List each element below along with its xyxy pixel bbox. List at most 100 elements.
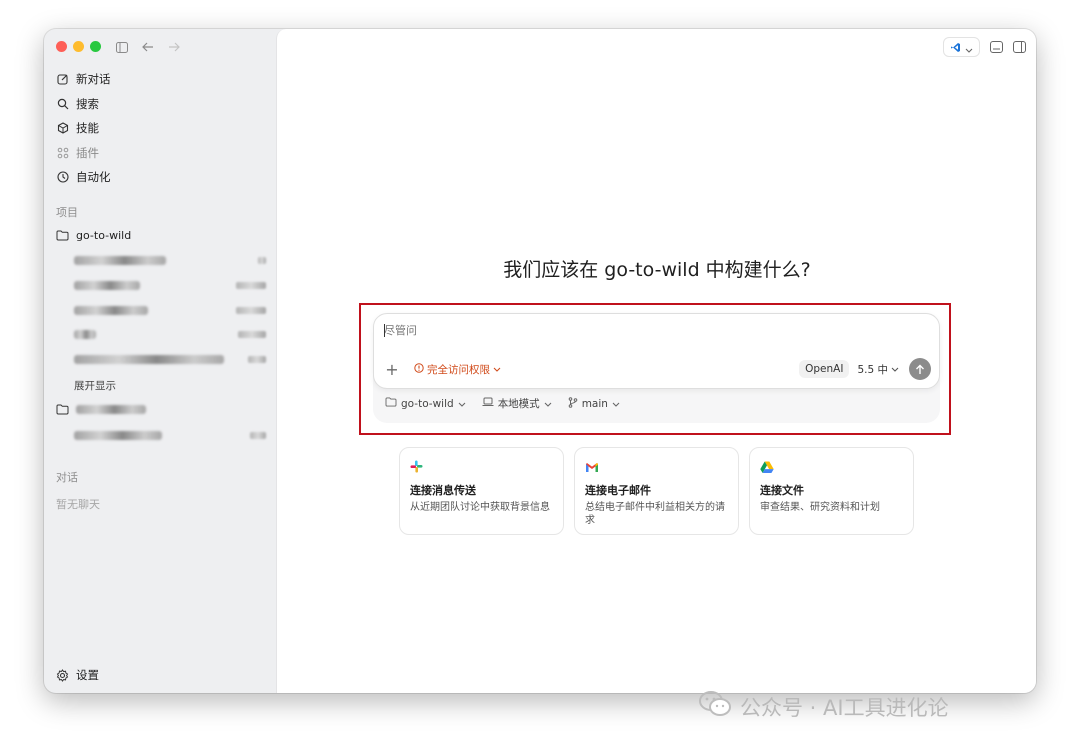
project-redacted[interactable] bbox=[56, 398, 266, 420]
nav-search[interactable]: 搜索 bbox=[56, 92, 266, 117]
no-chats-text: 暂无聊天 bbox=[56, 498, 100, 511]
thread-item[interactable] bbox=[74, 348, 266, 370]
top-right-toolbar bbox=[943, 37, 1026, 57]
clock-icon bbox=[56, 170, 70, 184]
window-controls bbox=[56, 41, 101, 52]
watermark-text: 公众号 · AI工具进化论 bbox=[740, 695, 949, 720]
mode-selector-label: 本地模式 bbox=[497, 398, 540, 410]
thread-item[interactable] bbox=[74, 424, 266, 446]
card-connect-email[interactable]: 连接电子邮件 总结电子邮件中利益相关方的请求 bbox=[574, 447, 739, 535]
cube-icon bbox=[56, 121, 70, 135]
mode-selector[interactable]: 本地模式 bbox=[482, 396, 552, 411]
add-attachment-button[interactable]: + bbox=[382, 360, 402, 379]
back-arrow-icon[interactable] bbox=[140, 39, 156, 55]
folder-icon bbox=[56, 402, 70, 416]
search-icon bbox=[56, 97, 70, 111]
nav-label: 插件 bbox=[76, 145, 99, 160]
card-connect-messaging[interactable]: 连接消息传送 从近期团队讨论中获取背景信息 bbox=[399, 447, 564, 535]
terminal-panel-icon[interactable] bbox=[990, 38, 1003, 57]
forward-arrow-icon[interactable] bbox=[166, 39, 182, 55]
gmail-icon bbox=[585, 458, 599, 472]
thread-item[interactable] bbox=[74, 299, 266, 321]
card-description: 审查结果、研究资料和计划 bbox=[760, 502, 880, 513]
access-level-dropdown[interactable]: 完全访问权限 bbox=[414, 362, 501, 377]
card-description: 从近期团队讨论中获取背景信息 bbox=[410, 502, 550, 513]
nav-skills[interactable]: 技能 bbox=[56, 116, 266, 141]
version-label: 5.5 中 bbox=[857, 363, 888, 376]
chevron-down-icon bbox=[891, 363, 899, 375]
redacted-thread-time bbox=[238, 330, 266, 338]
project-selector-label: go-to-wild bbox=[401, 397, 454, 410]
redacted-thread-title bbox=[74, 354, 224, 364]
card-title: 连接电子邮件 bbox=[585, 484, 651, 497]
thread-item[interactable] bbox=[74, 274, 266, 296]
google-drive-icon bbox=[760, 458, 774, 473]
slack-icon bbox=[410, 458, 424, 473]
access-label: 完全访问权限 bbox=[427, 363, 490, 376]
laptop-icon bbox=[482, 397, 494, 410]
watermark: 公众号 · AI工具进化论 bbox=[698, 690, 949, 723]
chevron-down-icon bbox=[493, 363, 501, 375]
redacted-thread-title bbox=[74, 329, 96, 339]
open-in-editor-button[interactable] bbox=[943, 37, 980, 57]
chevron-down-icon bbox=[544, 398, 552, 410]
redacted-thread-time bbox=[236, 306, 266, 314]
zoom-window-button[interactable] bbox=[90, 41, 101, 52]
chevron-down-icon bbox=[965, 38, 973, 57]
chevron-down-icon bbox=[458, 398, 466, 410]
conversations-section-label: 对话 bbox=[56, 471, 78, 484]
redacted-project-name bbox=[76, 404, 146, 414]
composer-toolbar: + 完全访问权限 OpenAI 5.5 中 bbox=[382, 358, 931, 380]
model-provider-button[interactable]: OpenAI bbox=[799, 360, 850, 378]
arrow-up-icon bbox=[915, 360, 925, 379]
minimize-window-button[interactable] bbox=[73, 41, 84, 52]
redacted-thread-title bbox=[74, 255, 166, 265]
settings-button[interactable]: 设置 bbox=[56, 667, 99, 683]
connector-cards: 连接消息传送 从近期团队讨论中获取背景信息 连接电子邮件 总结电子邮件中利益相关… bbox=[399, 447, 914, 535]
titlebar-icons bbox=[114, 39, 182, 55]
grid-icon bbox=[56, 146, 70, 160]
main-panel: 我们应该在 go-to-wild 中构建什么? + 完全访问权限 OpenAI … bbox=[276, 29, 1036, 693]
expand-more-link[interactable]: 展开显示 bbox=[74, 378, 116, 393]
composer: + 完全访问权限 OpenAI 5.5 中 bbox=[373, 313, 940, 389]
card-connect-files[interactable]: 连接文件 审查结果、研究资料和计划 bbox=[749, 447, 914, 535]
redacted-thread-title bbox=[74, 280, 140, 290]
sidebar-toggle-icon[interactable] bbox=[114, 39, 130, 55]
prompt-input[interactable] bbox=[384, 324, 784, 337]
redacted-thread-title bbox=[74, 430, 162, 440]
card-title: 连接文件 bbox=[760, 484, 804, 497]
project-selector[interactable]: go-to-wild bbox=[385, 397, 466, 410]
redacted-thread-time bbox=[236, 281, 266, 289]
close-window-button[interactable] bbox=[56, 41, 67, 52]
redacted-thread-time bbox=[250, 431, 266, 439]
nav-new-chat[interactable]: 新对话 bbox=[56, 67, 266, 92]
page-title: 我们应该在 go-to-wild 中构建什么? bbox=[503, 259, 811, 281]
branch-selector[interactable]: main bbox=[568, 396, 620, 411]
nav-label: 自动化 bbox=[76, 170, 111, 185]
folder-icon bbox=[385, 397, 397, 410]
text-caret bbox=[384, 324, 385, 337]
branch-selector-label: main bbox=[581, 397, 608, 410]
project-name: go-to-wild bbox=[76, 228, 132, 242]
sidebar: 新对话 搜索 技能 插件 自动化 项目 go-to-wild 展开显示 对话 暂… bbox=[44, 29, 276, 693]
nav-label: 搜索 bbox=[76, 96, 99, 111]
thread-item[interactable] bbox=[74, 323, 266, 345]
right-panel-toggle-icon[interactable] bbox=[1013, 38, 1026, 57]
projects-section-label: 项目 bbox=[56, 206, 78, 219]
project-go-to-wild[interactable]: go-to-wild bbox=[56, 224, 266, 246]
warning-circle-icon bbox=[414, 362, 424, 376]
folder-icon bbox=[56, 228, 70, 242]
thread-item[interactable] bbox=[74, 249, 266, 271]
redacted-thread-title bbox=[74, 305, 148, 315]
nav-plugins[interactable]: 插件 bbox=[56, 141, 266, 166]
redacted-thread-time bbox=[258, 256, 266, 264]
redacted-thread-time bbox=[248, 355, 266, 363]
edit-icon bbox=[56, 72, 70, 86]
card-description: 总结电子邮件中利益相关方的请求 bbox=[585, 502, 725, 526]
nav-label: 技能 bbox=[76, 121, 99, 136]
model-version-dropdown[interactable]: 5.5 中 bbox=[857, 362, 899, 377]
nav-automation[interactable]: 自动化 bbox=[56, 165, 266, 190]
sidebar-nav: 新对话 搜索 技能 插件 自动化 bbox=[56, 67, 266, 190]
gear-icon bbox=[56, 668, 70, 682]
send-button[interactable] bbox=[909, 358, 931, 380]
